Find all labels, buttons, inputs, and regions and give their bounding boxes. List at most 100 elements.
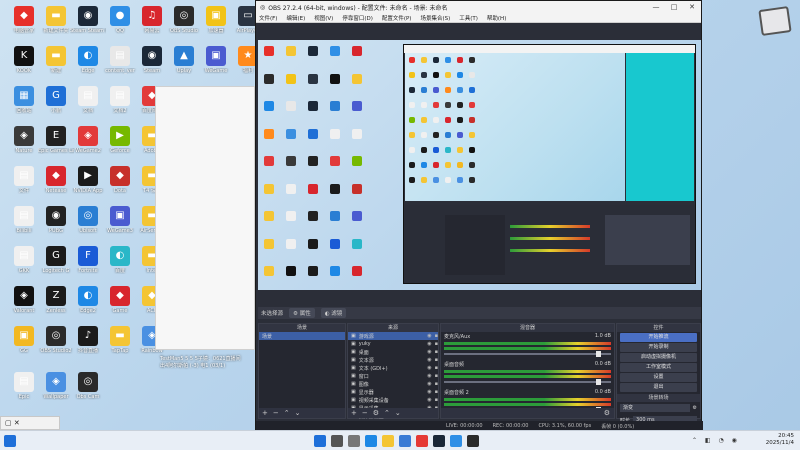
desktop-icon[interactable]: ◈ WeGame2 [70, 126, 106, 154]
desktop-icon[interactable]: ▲ Uplay [166, 46, 202, 74]
filters-button[interactable]: ◐ 滤镜 [320, 308, 347, 318]
close-icon[interactable]: ✕ [683, 3, 701, 11]
source-item[interactable]: ▣ 窗口 ◉ ▪ [348, 372, 438, 380]
taskbar-app-explorer-icon[interactable] [382, 435, 394, 447]
lock-icon[interactable]: ▪ [435, 349, 438, 355]
menu-docks[interactable]: 停靠窗口(D) [342, 14, 373, 22]
menu-edit[interactable]: 编辑(E) [286, 14, 305, 22]
add-source-icon[interactable]: + [351, 409, 357, 417]
remove-scene-icon[interactable]: − [273, 409, 279, 417]
desktop-icon[interactable]: ◆ 电脑管家 [6, 6, 42, 34]
desktop-widget-icon[interactable] [758, 6, 792, 36]
desktop-icon[interactable]: ♪ 抖音直播 [70, 326, 106, 354]
desktop-icon[interactable]: K KOOK [6, 46, 42, 74]
lock-icon[interactable]: ▪ [435, 389, 438, 395]
taskbar-app-steam-icon[interactable] [433, 435, 445, 447]
volume-slider[interactable] [444, 351, 611, 357]
desktop-icon[interactable]: ◐ 百度 [102, 246, 138, 274]
source-settings-icon[interactable]: ⚙ [373, 409, 379, 417]
move-down-icon[interactable]: ⌄ [295, 409, 301, 417]
desktop-icon[interactable]: ◉ Steam [134, 46, 170, 74]
slider-knob[interactable] [596, 379, 601, 385]
menu-help[interactable]: 帮助(H) [487, 14, 506, 22]
desktop-icon[interactable]: ◎ Ubisoft [70, 206, 106, 234]
scene-item[interactable]: 场景 [259, 332, 345, 340]
desktop-icon[interactable]: ◐ Edge2 [70, 286, 106, 314]
start-virtual-camera-button[interactable]: 启动虚拟摄像机 [620, 353, 697, 362]
lock-icon[interactable]: ▪ [435, 397, 438, 403]
source-item[interactable]: ▣ yuky ◉ ▪ [348, 340, 438, 348]
desktop-icon[interactable]: ▤ 文档 [70, 86, 106, 114]
obs-titlebar[interactable]: ◎ OBS 27.2.4 (64-bit, windows) - 配置文件: 未… [256, 1, 701, 13]
desktop-icon[interactable]: ◉ Steam Steam Deck [70, 6, 106, 34]
menu-profile[interactable]: 配置文件(P) [382, 14, 412, 22]
visibility-icon[interactable]: ◉ [427, 357, 431, 363]
taskbar-app-edge-icon[interactable] [365, 435, 377, 447]
mixer-menu-icon[interactable]: ⚙ [604, 409, 610, 417]
desktop-icon[interactable]: ◈ Valorant [6, 286, 42, 314]
desktop-icon[interactable]: ▤ 文档2 [102, 86, 138, 114]
lock-icon[interactable]: ▪ [435, 365, 438, 371]
visibility-icon[interactable]: ◉ [427, 381, 431, 387]
desktop-icon[interactable]: ▤ content_ver [102, 46, 138, 74]
visibility-icon[interactable]: ◉ [427, 341, 431, 347]
lock-icon[interactable]: ▪ [435, 357, 438, 363]
visibility-icon[interactable]: ◉ [427, 349, 431, 355]
taskbar-app-search-icon[interactable] [331, 435, 343, 447]
desktop-icon[interactable]: ◆ Netease [38, 166, 74, 194]
desktop-icon[interactable]: ◈ Nature [6, 126, 42, 154]
taskbar-app-qq-icon[interactable] [450, 435, 462, 447]
slider-knob[interactable] [596, 351, 601, 357]
desktop-icon[interactable]: ● QQ [102, 6, 138, 34]
desktop-icon[interactable]: ▤ 文件 [6, 166, 42, 194]
transition-settings-icon[interactable]: ⚙ [693, 405, 697, 411]
lock-icon[interactable]: ▪ [435, 333, 438, 339]
taskbar-app-taskview-icon[interactable] [348, 435, 360, 447]
add-scene-icon[interactable]: + [262, 409, 268, 417]
studio-mode-button[interactable]: 工作室模式 [620, 363, 697, 372]
minimize-icon[interactable]: — [647, 3, 665, 11]
source-item[interactable]: ▣ 桌面 ◉ ▪ [348, 348, 438, 356]
volume-slider[interactable] [444, 379, 611, 385]
desktop-icon[interactable]: E Epic Games Launcher [38, 126, 74, 154]
menu-file[interactable]: 文件(F) [259, 14, 277, 22]
desktop-icon[interactable]: ♫ 网易云 [134, 6, 170, 34]
desktop-icon[interactable]: ◆ Game [102, 286, 138, 314]
desktop-icon[interactable]: ◎ OBS Studio2 [38, 326, 74, 354]
desktop-icon[interactable]: ▬ 新建 [38, 46, 74, 74]
source-item[interactable]: ▣ 视频采集设备 ◉ ▪ [348, 396, 438, 404]
desktop-icon[interactable]: ▤ GKK [6, 246, 42, 274]
obs-window[interactable]: ◎ OBS 27.2.4 (64-bit, windows) - 配置文件: 未… [255, 0, 703, 432]
settings-button[interactable]: 设置 [620, 373, 697, 382]
visibility-icon[interactable]: ◉ [427, 397, 431, 403]
lock-icon[interactable]: ▪ [435, 381, 438, 387]
desktop-icon[interactable]: ▦ 回收站 [6, 86, 42, 114]
taskbar-app-start-icon[interactable] [314, 435, 326, 447]
transition-select[interactable]: 渐变 [620, 404, 690, 412]
source-item[interactable]: ▣ 显示器 ◉ ▪ [348, 388, 438, 396]
exit-button[interactable]: 退出 [620, 383, 697, 392]
visibility-icon[interactable]: ◉ [427, 333, 431, 339]
source-item[interactable]: ▣ 文本源 ◉ ▪ [348, 356, 438, 364]
minimized-window[interactable]: ▢ ✕ [0, 416, 60, 430]
desktop-icon[interactable]: ▶ Geforce [102, 126, 138, 154]
desktop-icon[interactable]: ◈ Wallpaper [38, 372, 74, 400]
visibility-icon[interactable]: ◉ [427, 389, 431, 395]
menu-tools[interactable]: 工具(T) [459, 14, 478, 22]
move-up-icon[interactable]: ⌃ [384, 409, 390, 417]
properties-button[interactable]: ⚙ 属性 [289, 308, 315, 318]
move-down-icon[interactable]: ⌄ [395, 409, 401, 417]
remove-source-icon[interactable]: − [362, 409, 368, 417]
lock-icon[interactable]: ▪ [435, 373, 438, 379]
desktop-icon[interactable]: ▤ Bilibili [6, 206, 42, 234]
start-recording-button[interactable]: 开始录制 [620, 343, 697, 352]
menu-scene-collection[interactable]: 场景集合(S) [420, 14, 450, 22]
desktop-icon[interactable]: G Logitech G [38, 246, 74, 274]
desktop-icon[interactable]: ▤ Epic [6, 372, 42, 400]
desktop-icon[interactable]: ▣ 加速器 [198, 6, 234, 34]
desktop-icon[interactable]: ▶ NVIDIA App [70, 166, 106, 194]
visibility-icon[interactable]: ◉ [427, 365, 431, 371]
desktop-icon[interactable]: Z Zenless [38, 286, 74, 314]
menu-view[interactable]: 视图(V) [314, 14, 333, 22]
desktop-icon[interactable]: ▣ WeGame3 [102, 206, 138, 234]
